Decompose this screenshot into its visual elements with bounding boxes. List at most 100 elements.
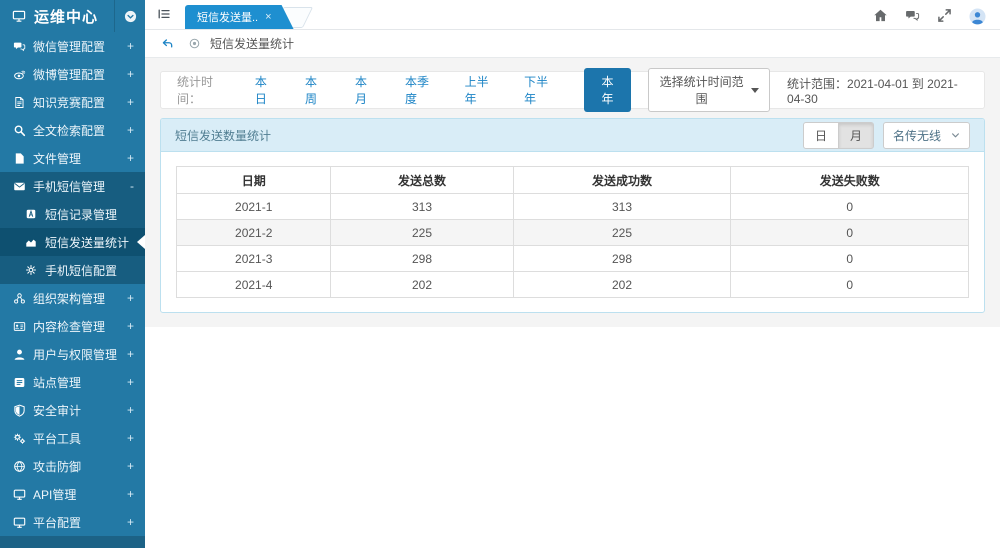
stat-range-text: 统计范围：2021-04-01 到 2021-04-30 xyxy=(787,75,968,106)
main-area: 短信发送量.. × 短信发送量统计 统计时间： 本日本周本月 本季度 上半年 下半年 … xyxy=(145,0,1000,548)
table-row: 2021-32982980 xyxy=(177,246,969,272)
period-link[interactable]: 本日 xyxy=(255,73,274,107)
sidebar-nav: 微信管理配置+微博管理配置+知识竞赛配置+全文检索配置+文件管理+手机短信管理-… xyxy=(0,32,145,536)
expand-indicator: + xyxy=(127,375,134,389)
table-row: 2021-13133130 xyxy=(177,194,969,220)
channel-select-value: 名传无线 xyxy=(893,127,941,144)
tab-close-icon[interactable]: × xyxy=(265,11,271,23)
table-header-cell: 发送成功数 xyxy=(513,167,731,194)
weibo-icon xyxy=(12,67,26,81)
sidebar-item[interactable]: 全文检索配置+ xyxy=(0,116,145,144)
period-link[interactable]: 上半年 xyxy=(465,73,494,107)
sidebar-item-label: 内容检查管理 xyxy=(33,318,127,335)
stats-panel: 短信发送数量统计 日 月 名传无线 日期发送总数发送成功数发送失败数 2021-… xyxy=(160,118,985,313)
monitor-icon xyxy=(12,515,26,529)
sidebar-expanded-group: 手机短信管理-短信记录管理短信发送量统计手机短信配置 xyxy=(0,172,145,284)
home-icon[interactable] xyxy=(873,8,888,23)
period-link[interactable]: 本周 xyxy=(305,73,324,107)
back-arrow-icon[interactable] xyxy=(161,37,175,51)
table-cell: 0 xyxy=(731,194,969,220)
table-header-cell: 发送失败数 xyxy=(731,167,969,194)
sidebar-collapse-button[interactable] xyxy=(114,0,137,32)
brand-title: 运维中心 xyxy=(34,6,114,27)
sidebar-item[interactable]: 用户与权限管理+ xyxy=(0,340,145,368)
sidebar-item-label: 文件管理 xyxy=(33,150,127,167)
sidebar-item-label: 安全审计 xyxy=(33,402,127,419)
expand-indicator: + xyxy=(127,487,134,501)
monitor-icon xyxy=(12,487,26,501)
sidebar-item[interactable]: 平台配置+ xyxy=(0,508,145,536)
sidebar-toggle-icon[interactable] xyxy=(157,7,171,21)
table-header-row: 日期发送总数发送成功数发送失败数 xyxy=(177,167,969,194)
expand-indicator: + xyxy=(127,67,134,81)
stats-panel-body: 日期发送总数发送成功数发送失败数 2021-131331302021-22252… xyxy=(161,152,984,312)
gear-icon xyxy=(24,263,38,277)
sidebar-header: 运维中心 xyxy=(0,0,145,32)
period-link[interactable]: 下半年 xyxy=(524,73,553,107)
sidebar-item-label: 组织架构管理 xyxy=(33,290,127,307)
sidebar-item-label: 知识竞赛配置 xyxy=(33,94,127,111)
globe-icon xyxy=(12,459,26,473)
sidebar-item[interactable]: 短信发送量统计 xyxy=(0,228,145,256)
sidebar-item[interactable]: 短信记录管理 xyxy=(0,200,145,228)
sidebar-item[interactable]: 手机短信配置 xyxy=(0,256,145,284)
stats-panel-header: 短信发送数量统计 日 月 名传无线 xyxy=(161,119,984,152)
envelope-icon xyxy=(12,179,26,193)
table-header-cell: 日期 xyxy=(177,167,331,194)
expand-indicator: + xyxy=(127,39,134,53)
record-icon xyxy=(24,207,38,221)
sidebar-item[interactable]: 手机短信管理- xyxy=(0,172,145,200)
select-time-range-button[interactable]: 选择统计时间范围 xyxy=(648,68,770,112)
table-cell: 202 xyxy=(513,272,731,298)
sidebar-item[interactable]: 文件管理+ xyxy=(0,144,145,172)
sidebar-item-label: 攻击防御 xyxy=(33,458,127,475)
org-icon xyxy=(12,291,26,305)
table-header-cell: 发送总数 xyxy=(331,167,513,194)
sidebar-item[interactable]: 内容检查管理+ xyxy=(0,312,145,340)
shield-icon xyxy=(12,403,26,417)
sidebar-item-label: 全文检索配置 xyxy=(33,122,127,139)
inspect-icon xyxy=(12,319,26,333)
sidebar: 运维中心 微信管理配置+微博管理配置+知识竞赛配置+全文检索配置+文件管理+手机… xyxy=(0,0,145,548)
sidebar-item[interactable]: 微博管理配置+ xyxy=(0,60,145,88)
sidebar-item[interactable]: 组织架构管理+ xyxy=(0,284,145,312)
sidebar-item[interactable]: 站点管理+ xyxy=(0,368,145,396)
table-cell: 298 xyxy=(331,246,513,272)
sidebar-item[interactable]: 攻击防御+ xyxy=(0,452,145,480)
tab-bar: 短信发送量.. × xyxy=(145,0,1000,30)
stats-table-head: 日期发送总数发送成功数发送失败数 xyxy=(177,167,969,194)
sidebar-item-label: 微博管理配置 xyxy=(33,66,127,83)
filter-label: 统计时间： xyxy=(177,73,231,107)
sidebar-item-label: 站点管理 xyxy=(33,374,127,391)
page-content: 统计时间： 本日本周本月 本季度 上半年 下半年 本年 选择统计时间范围 统计范围：2… xyxy=(145,58,1000,548)
sidebar-item[interactable]: 知识竞赛配置+ xyxy=(0,88,145,116)
unit-month-button[interactable]: 月 xyxy=(838,122,874,149)
expand-icon[interactable] xyxy=(937,8,952,23)
unit-day-button[interactable]: 日 xyxy=(803,122,839,149)
sidebar-item[interactable]: API管理+ xyxy=(0,480,145,508)
sidebar-item[interactable]: 安全审计+ xyxy=(0,396,145,424)
expand-indicator: + xyxy=(127,95,134,109)
file-icon xyxy=(12,151,26,165)
table-cell: 313 xyxy=(331,194,513,220)
active-item-notch xyxy=(137,235,145,249)
cogs-icon xyxy=(12,431,26,445)
stats-table-body: 2021-131331302021-222522502021-329829802… xyxy=(177,194,969,298)
sidebar-item-label: 平台配置 xyxy=(33,514,127,531)
channel-select[interactable]: 名传无线 xyxy=(883,122,970,149)
period-link[interactable]: 本季度 xyxy=(405,73,434,107)
expand-indicator: + xyxy=(127,291,134,305)
expand-indicator: - xyxy=(130,179,134,193)
user-avatar-icon[interactable] xyxy=(969,8,984,23)
expand-indicator: + xyxy=(127,515,134,529)
period-link[interactable]: 本月 xyxy=(355,73,374,107)
page-title: 短信发送量统计 xyxy=(210,35,294,52)
expand-indicator: + xyxy=(127,319,134,333)
tab-active[interactable]: 短信发送量.. × xyxy=(185,5,294,29)
site-icon xyxy=(12,375,26,389)
table-row: 2021-42022020 xyxy=(177,272,969,298)
sidebar-item[interactable]: 微信管理配置+ xyxy=(0,32,145,60)
sidebar-item[interactable]: 平台工具+ xyxy=(0,424,145,452)
comments-icon[interactable] xyxy=(905,8,920,23)
period-this-year-button[interactable]: 本年 xyxy=(584,68,632,112)
